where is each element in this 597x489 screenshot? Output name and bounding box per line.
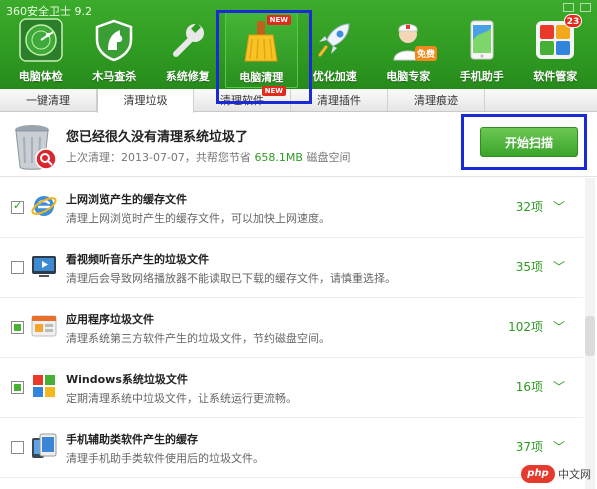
watermark-text: 中文网 — [558, 468, 591, 481]
tab-clean-plugins[interactable]: 清理插件 — [291, 89, 388, 111]
item-description: 清理手机助手类软件使用后的垃圾文件。 — [66, 452, 264, 465]
mobile-device-icon — [32, 433, 57, 458]
nav-label: 系统修复 — [165, 70, 210, 83]
top-navigation-bar: 360安全卫士 9.2 电脑体检 木马查杀 系统修复 NEW 电脑清理 优化加速… — [0, 0, 597, 90]
radar-icon — [19, 18, 63, 62]
item-count: 32项 — [515, 200, 543, 214]
cleanup-summary: 您已经很久没有清理系统垃圾了 上次清理：2013-07-07，共帮您节省 658… — [0, 113, 597, 177]
tab-clean-traces[interactable]: 清理痕迹 — [388, 89, 485, 111]
tab-clean-software[interactable]: 清理软件 NEW — [194, 86, 291, 111]
horse-shield-icon — [96, 19, 133, 62]
chevron-down-icon[interactable]: ﹀ — [553, 198, 565, 215]
nav-item-software-manager[interactable]: 23 软件管家 — [519, 12, 593, 88]
list-item[interactable]: 上网浏览产生的缓存文件 清理上网浏览时产生的缓存文件，可以加快上网速度。 32项… — [0, 178, 583, 238]
nav-item-pc-expert[interactable]: 免费 电脑专家 — [372, 12, 446, 88]
junk-category-list: 上网浏览产生的缓存文件 清理上网浏览时产生的缓存文件，可以加快上网速度。 32项… — [0, 178, 583, 489]
item-count: 102项 — [508, 320, 543, 334]
nav-item-cleanup[interactable]: NEW 电脑清理 — [224, 12, 298, 88]
application-icon — [31, 315, 57, 337]
item-checkbox[interactable] — [11, 321, 24, 334]
app-window: 360安全卫士 9.2 电脑体检 木马查杀 系统修复 NEW 电脑清理 优化加速… — [0, 0, 597, 489]
new-badge: NEW — [266, 15, 291, 25]
nav-label: 电脑清理 — [239, 71, 284, 84]
item-description: 清理系统第三方软件产生的垃圾文件，节约磁盘空间。 — [66, 332, 330, 345]
chevron-down-icon[interactable]: ﹀ — [553, 438, 565, 455]
main-nav: 电脑体检 木马查杀 系统修复 NEW 电脑清理 优化加速 免费 电脑专家 手机助… — [4, 12, 594, 88]
scrollbar-thumb[interactable] — [585, 316, 595, 356]
item-count: 35项 — [515, 260, 543, 274]
item-title: Windows系统垃圾文件 — [66, 373, 188, 386]
ie-browser-icon — [31, 196, 57, 216]
close-button[interactable] — [580, 3, 591, 12]
video-player-icon — [32, 256, 56, 277]
item-checkbox[interactable] — [11, 261, 24, 274]
nav-label: 软件管家 — [533, 70, 578, 83]
update-count-badge: 23 — [564, 14, 582, 28]
tab-label: 一键清理 — [26, 94, 70, 107]
item-description: 定期清理系统中垃圾文件，让系统运行更流畅。 — [66, 392, 297, 405]
watermark-logo: php — [521, 465, 555, 483]
summary-title: 您已经很久没有清理系统垃圾了 — [66, 130, 249, 145]
item-title: 手机辅助类软件产生的缓存 — [66, 433, 198, 446]
saved-space-value: 658.1MB — [254, 151, 303, 164]
nav-item-checkup[interactable]: 电脑体检 — [4, 12, 78, 88]
rocket-icon — [318, 23, 350, 57]
nav-item-system-repair[interactable]: 系统修复 — [151, 12, 225, 88]
start-scan-button[interactable]: 开始扫描 — [480, 127, 578, 157]
list-item[interactable]: 看视频听音乐产生的垃圾文件 清理后会导致网络播放器不能读取已下载的缓存文件，请慎… — [0, 238, 583, 298]
item-checkbox[interactable] — [11, 199, 24, 214]
minimize-button[interactable] — [563, 3, 574, 12]
nav-label: 优化加速 — [312, 70, 357, 83]
chevron-down-icon[interactable]: ﹀ — [553, 318, 565, 335]
nav-label: 手机助手 — [459, 70, 504, 83]
nav-label: 电脑专家 — [386, 70, 431, 83]
nav-item-phone-assistant[interactable]: 手机助手 — [445, 12, 519, 88]
trash-bin-icon — [15, 125, 57, 170]
item-description: 清理后会导致网络播放器不能读取已下载的缓存文件，请慎重选择。 — [66, 272, 396, 285]
list-item[interactable]: 手机辅助类软件产生的缓存 清理手机助手类软件使用后的垃圾文件。 37项 ﹀ — [0, 418, 583, 478]
phone-icon — [470, 20, 494, 60]
new-badge: NEW — [261, 86, 286, 96]
tab-one-click-clean[interactable]: 一键清理 — [0, 89, 97, 111]
item-count: 37项 — [515, 440, 543, 454]
nav-item-speedup[interactable]: 优化加速 — [298, 12, 372, 88]
item-title: 看视频听音乐产生的垃圾文件 — [66, 253, 209, 266]
tab-label: 清理软件 — [220, 94, 264, 107]
list-item[interactable]: 应用程序垃圾文件 清理系统第三方软件产生的垃圾文件，节约磁盘空间。 102项 ﹀ — [0, 298, 583, 358]
tab-label: 清理痕迹 — [414, 94, 458, 107]
watermark: php 中文网 — [521, 465, 591, 483]
broom-icon — [244, 21, 278, 62]
tab-label: 清理垃圾 — [123, 94, 168, 107]
list-item[interactable]: Windows系统垃圾文件 定期清理系统中垃圾文件，让系统运行更流畅。 16项 … — [0, 358, 583, 418]
chevron-down-icon[interactable]: ﹀ — [553, 378, 565, 395]
last-cleanup-text: 上次清理：2013-07-07，共帮您节省 — [66, 151, 255, 164]
nav-label: 电脑体检 — [18, 70, 63, 83]
item-checkbox[interactable] — [11, 441, 24, 454]
wrench-icon — [172, 23, 204, 57]
tab-label: 清理插件 — [317, 94, 361, 107]
last-cleanup-info: 上次清理：2013-07-07，共帮您节省 658.1MB 磁盘空间 — [66, 149, 350, 165]
nav-item-trojan-scan[interactable]: 木马查杀 — [78, 12, 152, 88]
free-badge: 免费 — [414, 46, 437, 61]
tab-clean-junk[interactable]: 清理垃圾 — [97, 89, 194, 113]
cleanup-tabs: 一键清理 清理垃圾 清理软件 NEW 清理插件 清理痕迹 — [0, 86, 597, 113]
item-description: 清理上网浏览时产生的缓存文件，可以加快上网速度。 — [66, 212, 330, 225]
item-title: 上网浏览产生的缓存文件 — [66, 193, 187, 206]
item-title: 应用程序垃圾文件 — [66, 313, 154, 326]
window-controls — [563, 3, 591, 12]
disk-space-suffix: 磁盘空间 — [302, 151, 351, 164]
item-checkbox[interactable] — [11, 381, 24, 394]
nav-label: 木马查杀 — [92, 70, 137, 83]
windows-logo-icon — [33, 375, 55, 397]
chevron-down-icon[interactable]: ﹀ — [553, 258, 565, 275]
item-count: 16项 — [515, 380, 543, 394]
